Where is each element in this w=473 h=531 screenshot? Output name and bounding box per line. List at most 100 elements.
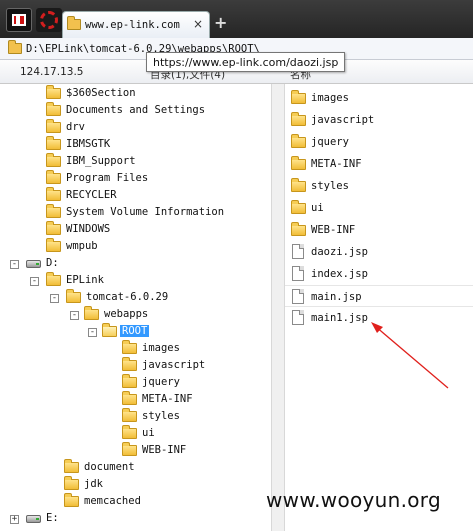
- tree-item-label: EPLink: [66, 274, 104, 286]
- file-name: jquery: [311, 136, 349, 148]
- file-name: main1.jsp: [311, 312, 368, 324]
- tree-item-label: D:: [46, 257, 59, 269]
- tree-item-label: wmpub: [66, 240, 98, 252]
- tree-item-label: drv: [66, 121, 85, 133]
- collapse-toggle-icon[interactable]: -: [10, 260, 19, 269]
- tree-item-label: ui: [142, 427, 155, 439]
- watermark: www.wooyun.org: [266, 488, 441, 512]
- tree-item-label: ROOT: [120, 325, 150, 337]
- title-bar: www.ep-link.com × +: [0, 0, 473, 38]
- document-icon: [292, 266, 304, 281]
- collapse-toggle-icon[interactable]: -: [70, 311, 79, 320]
- tree-item-label: IBMSGTK: [66, 138, 111, 150]
- drive-icon: [26, 515, 41, 523]
- file-list: images javascript jquery META-INF styles ui WE…: [285, 84, 473, 531]
- folder-icon: [122, 357, 137, 371]
- file-name: styles: [311, 180, 349, 192]
- folder-icon: [46, 187, 61, 201]
- document-icon: [292, 310, 304, 325]
- file-list-file[interactable]: main.jsp: [285, 285, 473, 307]
- collapse-toggle-icon[interactable]: -: [50, 294, 59, 303]
- tree-item-label: tomcat-6.0.29: [86, 291, 169, 303]
- tree-item-label: memcached: [84, 495, 141, 507]
- folder-icon: [122, 442, 137, 456]
- folder-icon: [84, 306, 99, 320]
- folder-icon: [122, 408, 137, 422]
- tab-title: www.ep-link.com: [85, 19, 180, 31]
- tree-item-label: META-INF: [142, 393, 193, 405]
- folder-icon: [64, 459, 79, 473]
- tree-item-label: RECYCLER: [66, 189, 117, 201]
- file-list-folder[interactable]: styles: [285, 175, 473, 197]
- file-name: ui: [311, 202, 324, 214]
- file-list-file[interactable]: index.jsp: [285, 263, 473, 285]
- tree-item-label: images: [142, 342, 180, 354]
- file-list-folder[interactable]: images: [285, 87, 473, 109]
- folder-icon: [46, 204, 61, 218]
- folder-icon: [67, 16, 81, 30]
- folder-icon: [291, 156, 306, 170]
- tree-item-label: IBM_Support: [66, 155, 136, 167]
- file-list-folder[interactable]: ui: [285, 197, 473, 219]
- folder-icon: [291, 134, 306, 148]
- server-ip: 124.17.13.5: [20, 66, 84, 78]
- folder-icon: [64, 493, 79, 507]
- file-list-folder[interactable]: jquery: [285, 131, 473, 153]
- tree-item-label: jdk: [84, 478, 103, 490]
- file-name: main.jsp: [311, 291, 362, 303]
- folder-icon: [46, 136, 61, 150]
- file-list-folder[interactable]: WEB-INF: [285, 219, 473, 241]
- tree-item-label: WINDOWS: [66, 223, 111, 235]
- annotation-arrow: [371, 322, 449, 389]
- tree-item-label: styles: [142, 410, 180, 422]
- folder-icon: [122, 425, 137, 439]
- app-menu-icon[interactable]: [6, 8, 32, 32]
- folder-icon: [102, 323, 117, 337]
- file-name: javascript: [311, 114, 375, 126]
- file-name: META-INF: [311, 158, 362, 170]
- collapse-toggle-icon[interactable]: -: [30, 277, 39, 286]
- folder-icon: [291, 90, 306, 104]
- collapse-toggle-icon[interactable]: -: [88, 328, 97, 337]
- file-list-file[interactable]: daozi.jsp: [285, 241, 473, 263]
- new-tab-button[interactable]: +: [214, 13, 227, 32]
- tree-item-label: jquery: [142, 376, 180, 388]
- folder-icon: [46, 153, 61, 167]
- folder-icon: [8, 40, 22, 54]
- file-name: images: [311, 92, 349, 104]
- tree-item-label: javascript: [142, 359, 206, 371]
- folder-icon: [46, 221, 61, 235]
- file-list-folder[interactable]: META-INF: [285, 153, 473, 175]
- tree-item-label: E:: [46, 512, 59, 524]
- tree-item-label: webapps: [104, 308, 149, 320]
- folder-icon: [64, 476, 79, 490]
- expand-toggle-icon[interactable]: +: [10, 515, 19, 524]
- folder-icon: [46, 272, 61, 286]
- record-icon[interactable]: [36, 8, 62, 32]
- panel-splitter[interactable]: [271, 84, 285, 531]
- tree-item-label: $360Section: [66, 87, 136, 99]
- tree-item-label: Program Files: [66, 172, 149, 184]
- folder-icon: [291, 112, 306, 126]
- folder-icon: [46, 119, 61, 133]
- close-icon[interactable]: ×: [193, 17, 203, 31]
- folder-icon: [122, 391, 137, 405]
- document-icon: [292, 289, 304, 304]
- directory-tree: $360Section Documents and Settings drv IBMS…: [0, 84, 271, 531]
- document-icon: [292, 244, 304, 259]
- folder-icon: [291, 200, 306, 214]
- file-name: daozi.jsp: [311, 246, 368, 258]
- file-name: WEB-INF: [311, 224, 356, 236]
- folder-icon: [46, 238, 61, 252]
- file-name: index.jsp: [311, 268, 368, 280]
- tree-item-label: System Volume Information: [66, 206, 225, 218]
- folder-icon: [46, 102, 61, 116]
- browser-tab[interactable]: www.ep-link.com ×: [62, 11, 210, 38]
- tree-item-label: document: [84, 461, 135, 473]
- folder-icon: [122, 374, 137, 388]
- folder-icon: [291, 178, 306, 192]
- file-list-folder[interactable]: javascript: [285, 109, 473, 131]
- folder-icon: [291, 222, 306, 236]
- folder-icon: [46, 85, 61, 99]
- tree-item-label: Documents and Settings: [66, 104, 206, 116]
